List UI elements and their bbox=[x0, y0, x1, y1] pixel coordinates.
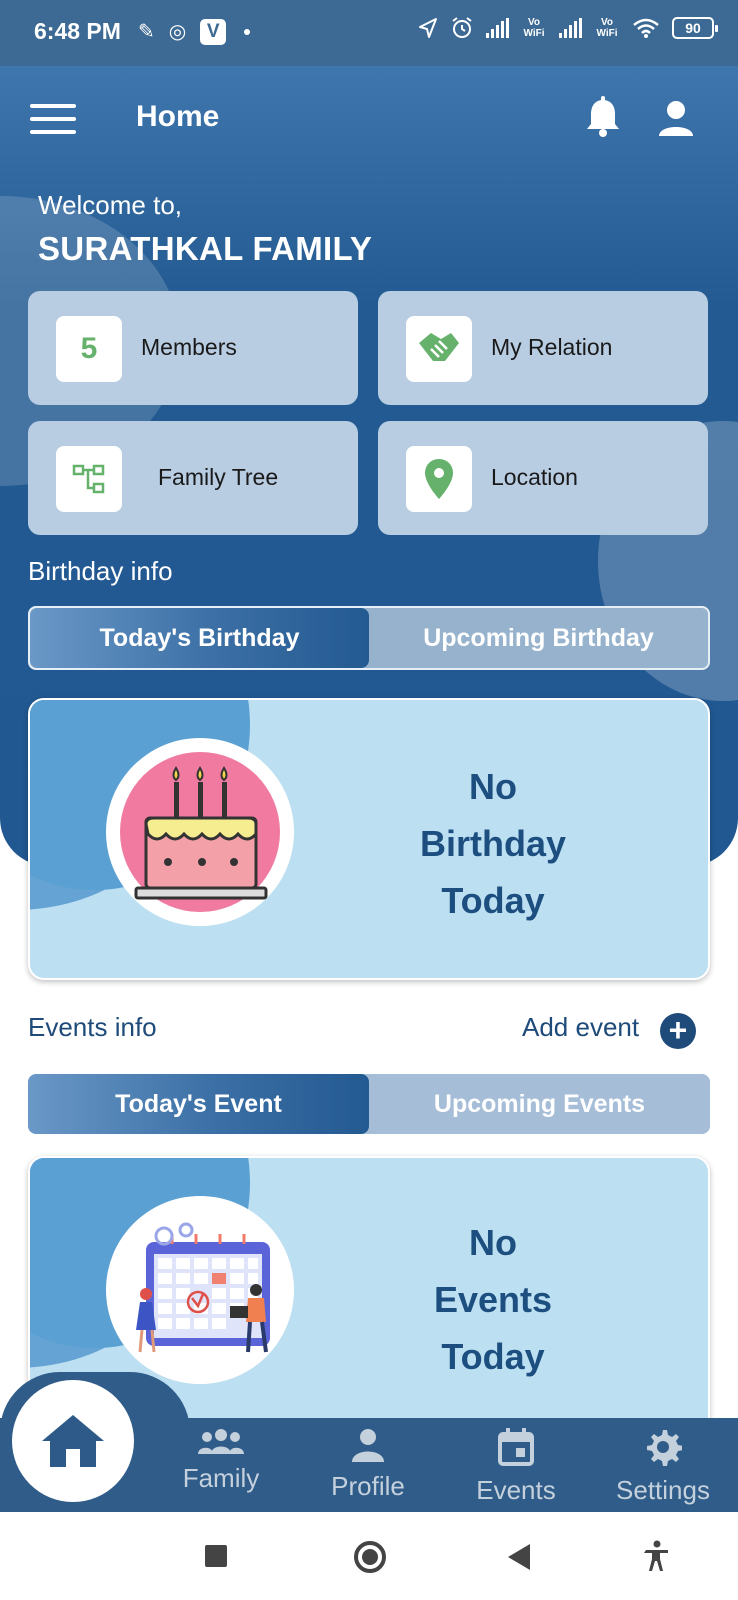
birthday-tabs: Today's Birthday Upcoming Birthday bbox=[28, 606, 710, 670]
status-time: 6:48 PM bbox=[34, 18, 121, 44]
bell-icon[interactable] bbox=[584, 96, 622, 138]
back-button[interactable] bbox=[508, 1544, 530, 1570]
family-icon bbox=[198, 1429, 244, 1454]
user-icon[interactable] bbox=[656, 98, 696, 138]
page-title: Home bbox=[136, 100, 220, 133]
birthday-section-title: Birthday info bbox=[28, 556, 173, 586]
nav-settings[interactable]: Settings bbox=[598, 1428, 728, 1506]
settings-icon bbox=[647, 1430, 683, 1466]
events-tabs: Today's Event Upcoming Events bbox=[28, 1074, 710, 1134]
menu-icon[interactable] bbox=[30, 104, 76, 134]
tag-icon: ✎ bbox=[138, 21, 155, 43]
tab-todays-event[interactable]: Today's Event bbox=[28, 1074, 369, 1134]
signal-icon-2 bbox=[559, 18, 582, 38]
signal-icon bbox=[486, 18, 509, 38]
msg-line: Events bbox=[433, 1279, 553, 1320]
handshake-icon bbox=[406, 316, 472, 382]
nav-settings-label: Settings bbox=[616, 1475, 710, 1505]
members-count-box: 5 bbox=[56, 316, 122, 382]
tab-todays-birthday[interactable]: Today's Birthday bbox=[30, 608, 369, 668]
location-tile[interactable]: Location bbox=[378, 421, 708, 535]
tab-upcoming-events[interactable]: Upcoming Events bbox=[369, 1074, 710, 1134]
my-relation-tile[interactable]: My Relation bbox=[378, 291, 708, 405]
home-icon bbox=[42, 1415, 104, 1467]
dot-icon bbox=[244, 29, 251, 35]
status-bar: 6:48 PM ✎ ◎ V Vo WiFi Vo WiFi 90 bbox=[0, 0, 738, 66]
nav-family-label: Family bbox=[182, 1463, 260, 1493]
nav-profile-label: Profile bbox=[331, 1471, 405, 1501]
recents-button[interactable] bbox=[205, 1545, 227, 1567]
family-tree-tile[interactable]: Family Tree bbox=[28, 421, 358, 535]
family-tree-label: Family Tree bbox=[158, 464, 279, 490]
calendar-illustration bbox=[106, 1196, 294, 1384]
my-relation-label: My Relation bbox=[491, 334, 613, 360]
cake-icon bbox=[106, 738, 294, 926]
tree-icon bbox=[56, 446, 122, 512]
add-event-label[interactable]: Add event bbox=[522, 1012, 639, 1043]
msg-line: Today bbox=[441, 880, 545, 921]
nav-events[interactable]: Events bbox=[451, 1428, 581, 1506]
family-name: SURATHKAL FAMILY bbox=[38, 230, 373, 267]
alarm-icon bbox=[452, 17, 472, 38]
location-arrow-icon bbox=[419, 18, 437, 38]
home-button[interactable] bbox=[12, 1380, 134, 1502]
v-app-icon: V bbox=[200, 19, 227, 45]
vowifi-label-2: Vo WiFi bbox=[596, 17, 618, 39]
wifi-icon bbox=[633, 18, 659, 38]
target-icon: ◎ bbox=[168, 21, 187, 43]
tab-upcoming-birthday[interactable]: Upcoming Birthday bbox=[369, 608, 708, 668]
accessibility-icon[interactable] bbox=[644, 1540, 670, 1572]
location-pin-icon bbox=[406, 446, 472, 512]
no-birthday-message: No Birthday Today bbox=[388, 758, 598, 929]
msg-line: Birthday bbox=[419, 823, 567, 864]
events-icon bbox=[498, 1428, 534, 1466]
nav-events-label: Events bbox=[476, 1475, 556, 1505]
vowifi-label: Vo WiFi bbox=[523, 17, 545, 39]
birthday-card: No Birthday Today bbox=[28, 698, 710, 980]
nav-family[interactable]: Family bbox=[156, 1428, 286, 1494]
members-label: Members bbox=[141, 334, 237, 360]
battery-icon: 90 bbox=[672, 17, 718, 39]
events-section-title: Events info bbox=[28, 1012, 157, 1042]
home-system-button[interactable] bbox=[354, 1541, 386, 1573]
msg-line: No bbox=[469, 1222, 517, 1263]
add-event-button[interactable]: + bbox=[660, 1013, 696, 1049]
msg-line: Today bbox=[441, 1336, 545, 1377]
members-tile[interactable]: 5 Members bbox=[28, 291, 358, 405]
welcome-text: Welcome to, bbox=[38, 190, 183, 220]
nav-profile[interactable]: Profile bbox=[303, 1428, 433, 1502]
app-bar: Home bbox=[0, 66, 738, 174]
msg-line: No bbox=[469, 766, 517, 807]
location-label: Location bbox=[491, 464, 578, 490]
profile-icon bbox=[352, 1429, 384, 1462]
no-events-message: No Events Today bbox=[388, 1214, 598, 1385]
members-count: 5 bbox=[80, 332, 98, 365]
